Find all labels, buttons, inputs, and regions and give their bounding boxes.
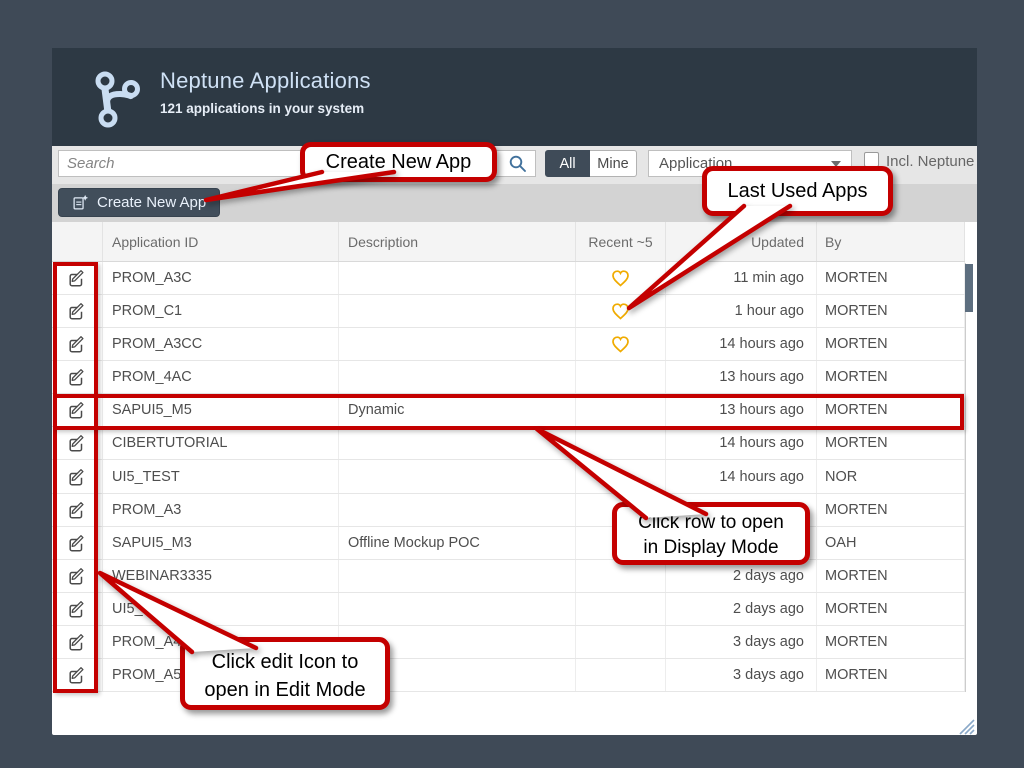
header-description[interactable]: Description [339,222,576,261]
header-application-id[interactable]: Application ID [103,222,339,261]
segment-mine[interactable]: Mine [590,150,637,177]
table-row[interactable]: SAPUI5_M3 Offline Mockup POC OAH [52,527,965,560]
description-cell [339,328,576,360]
table-row[interactable]: UI5_TEST 14 hours ago NOR [52,460,965,493]
heart-icon [610,302,631,321]
updated-cell: 13 hours ago [666,361,817,393]
callout-click-edit: Click edit Icon to open in Edit Mode [180,637,390,710]
callout-click-row-line1: Click row to open [617,510,805,535]
updated-cell: 14 hours ago [666,460,817,492]
application-id-cell: PROM_A3 [103,494,339,526]
recent-cell [576,626,666,658]
recent-cell [576,460,666,492]
heart-icon [610,269,631,288]
app-header [52,48,977,146]
table-row[interactable]: PROM_4AC 13 hours ago MORTEN [52,361,965,394]
description-cell [339,494,576,526]
by-cell: NOR [817,460,965,492]
table-body: PROM_A3C 11 min ago MORTEN PROM_C1 1 hou… [52,262,965,692]
description-cell [339,427,576,459]
application-id-cell: PROM_A3CC [103,328,339,360]
recent-cell [576,361,666,393]
updated-cell: 14 hours ago [666,328,817,360]
incl-neptune-label: Incl. Neptune [886,153,974,170]
application-id-cell: UI5_F4 [103,593,339,625]
recent-cell [576,427,666,459]
callout-click-edit-line1: Click edit Icon to [185,648,385,676]
updated-cell: 3 days ago [666,626,817,658]
table-row[interactable]: PROM_A3CC 14 hours ago MORTEN [52,328,965,361]
by-cell: MORTEN [817,295,965,327]
application-id-cell: PROM_A3C [103,262,339,294]
incl-neptune-checkbox[interactable] [864,152,879,167]
callout-click-row-line2: in Display Mode [617,535,805,560]
table-row[interactable]: CIBERTUTORIAL 14 hours ago MORTEN [52,427,965,460]
description-cell: Offline Mockup POC [339,527,576,559]
application-id-cell: CIBERTUTORIAL [103,427,339,459]
header-updated[interactable]: Updated [666,222,817,261]
by-cell: MORTEN [817,560,965,592]
by-cell: OAH [817,527,965,559]
recent-cell [576,593,666,625]
recent-cell [576,295,666,327]
table-header: Application ID Description Recent ~5 Upd… [52,222,965,262]
application-id-cell: WEBINAR3335 [103,560,339,592]
callout-click-edit-line2: open in Edit Mode [185,676,385,704]
page-title: Neptune Applications [160,68,371,94]
header-by[interactable]: By [817,222,965,261]
updated-cell: 2 days ago [666,593,817,625]
table-row[interactable]: UI5_F4 2 days ago MORTEN [52,593,965,626]
application-id-cell: SAPUI5_M3 [103,527,339,559]
recent-cell [576,659,666,691]
updated-cell: 14 hours ago [666,427,817,459]
by-cell: MORTEN [817,593,965,625]
neptune-logo-icon [92,62,144,130]
table-row[interactable]: PROM_C1 1 hour ago MORTEN [52,295,965,328]
recent-cell [576,262,666,294]
vertical-scrollbar-track[interactable] [965,263,973,692]
segment-all[interactable]: All [545,150,590,177]
application-id-cell: UI5_TEST [103,460,339,492]
by-cell: MORTEN [817,626,965,658]
create-new-app-button[interactable]: Create New App [58,188,220,217]
description-cell [339,460,576,492]
description-cell [339,593,576,625]
application-id-cell: PROM_C1 [103,295,339,327]
table-row[interactable]: PROM_A3 MORTEN [52,494,965,527]
table-row[interactable]: WEBINAR3335 2 days ago MORTEN [52,560,965,593]
callout-last-used-apps: Last Used Apps [702,166,893,216]
callout-click-row: Click row to open in Display Mode [612,502,810,565]
updated-cell: 11 min ago [666,262,817,294]
callout-create-new-app: Create New App [300,142,497,182]
updated-cell: 1 hour ago [666,295,817,327]
description-cell [339,295,576,327]
by-cell: MORTEN [817,328,965,360]
annotation-rect-highlight-row [53,394,964,430]
resize-grip-icon[interactable] [956,717,976,735]
by-cell: MORTEN [817,361,965,393]
recent-cell [576,328,666,360]
new-document-icon [72,194,89,211]
search-icon[interactable] [508,154,528,174]
header-recent[interactable]: Recent ~5 [576,222,666,261]
vertical-scrollbar-thumb[interactable] [965,264,973,312]
description-cell [339,262,576,294]
application-id-cell: PROM_4AC [103,361,339,393]
by-cell: MORTEN [817,659,965,691]
callout-create-new-app-text: Create New App [326,151,472,173]
heart-icon [610,335,631,354]
by-cell: MORTEN [817,427,965,459]
by-cell: MORTEN [817,494,965,526]
scope-segmented-control: All Mine [545,150,637,177]
header-edit-col [52,222,103,261]
updated-cell: 3 days ago [666,659,817,691]
by-cell: MORTEN [817,262,965,294]
annotation-rect-edit-column [53,262,98,693]
table-row[interactable]: PROM_A3C 11 min ago MORTEN [52,262,965,295]
description-cell [339,361,576,393]
callout-last-used-apps-text: Last Used Apps [727,180,867,202]
description-cell [339,560,576,592]
page-subtitle: 121 applications in your system [160,101,364,116]
create-new-app-label: Create New App [97,194,206,211]
